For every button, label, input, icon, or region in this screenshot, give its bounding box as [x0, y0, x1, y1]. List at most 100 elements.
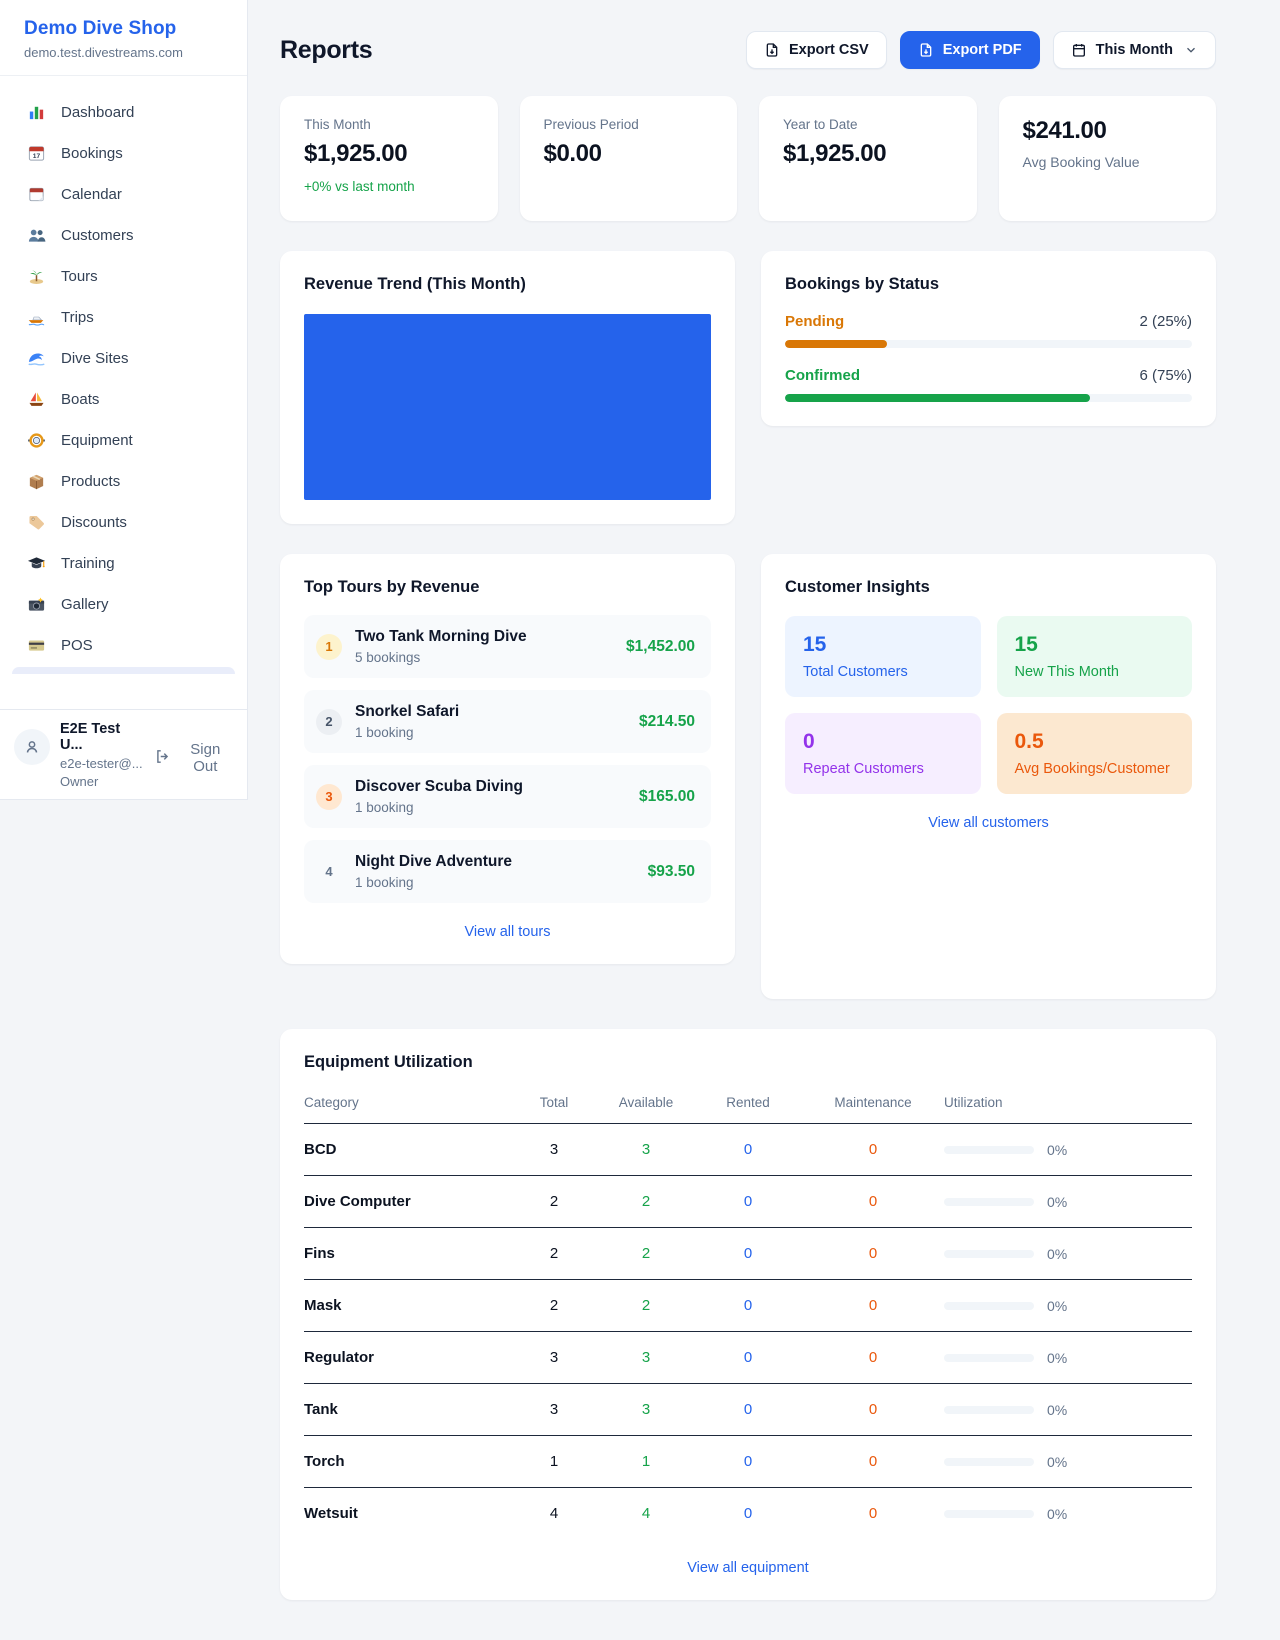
card-title: Equipment Utilization — [304, 1053, 1192, 1072]
charts-row: Revenue Trend (This Month) Bookings by S… — [280, 251, 1216, 524]
sidebar-item-label: Bookings — [61, 145, 123, 162]
sidebar-item-label: Training — [61, 555, 115, 572]
rank-badge: 2 — [316, 709, 342, 735]
sign-out-button[interactable]: Sign Out — [154, 721, 233, 775]
view-all-customers-link[interactable]: View all customers — [785, 815, 1192, 831]
diving-mask-icon — [27, 431, 46, 450]
sidebar-item-customers[interactable]: Customers — [0, 215, 247, 256]
file-download-icon — [918, 42, 934, 58]
stat-card-avg-booking-value: $241.00 Avg Booking Value — [999, 96, 1217, 221]
view-all-tours-link[interactable]: View all tours — [304, 924, 711, 940]
export-csv-button[interactable]: Export CSV — [746, 31, 887, 69]
cell-utilization: 0% — [944, 1436, 1192, 1488]
sidebar-item-boats[interactable]: Boats — [0, 379, 247, 420]
rank-badge: 3 — [316, 784, 342, 810]
cell-utilization: 0% — [944, 1280, 1192, 1332]
sidebar-item-calendar[interactable]: Calendar — [0, 174, 247, 215]
stat-card-year-to-date: Year to Date $1,925.00 — [759, 96, 977, 221]
column-header: Utilization — [944, 1085, 1192, 1124]
speedboat-icon — [27, 308, 46, 327]
status-label: Pending — [785, 313, 844, 330]
sidebar-item-products[interactable]: Products — [0, 461, 247, 502]
user-role: Owner — [60, 774, 144, 789]
cell-category: Torch — [304, 1436, 510, 1488]
tile-repeat-customers: 0 Repeat Customers — [785, 713, 981, 794]
camera-icon — [27, 595, 46, 614]
cell-total: 3 — [510, 1124, 598, 1176]
sidebar-item-label: Dive Sites — [61, 350, 129, 367]
sidebar-item-gallery[interactable]: Gallery — [0, 584, 247, 625]
progress-track — [785, 340, 1192, 348]
sidebar-item-label: Boats — [61, 391, 99, 408]
tour-name: Night Dive Adventure — [355, 853, 512, 871]
stat-value: $241.00 — [1023, 117, 1193, 145]
cell-available: 1 — [598, 1436, 694, 1488]
cell-maintenance: 0 — [802, 1124, 944, 1176]
cell-utilization: 0% — [944, 1488, 1192, 1540]
stat-card-previous-period: Previous Period $0.00 — [520, 96, 738, 221]
sidebar-item-pos[interactable]: POS — [0, 625, 247, 666]
table-header-row: Category Total Available Rented Maintena… — [304, 1085, 1192, 1124]
card-title: Customer Insights — [785, 578, 1192, 597]
insight-tiles: 15 Total Customers 15 New This Month 0 R… — [785, 616, 1192, 794]
cell-available: 2 — [598, 1280, 694, 1332]
column-header: Rented — [694, 1085, 802, 1124]
status-row-pending: Pending 2 (25%) — [785, 313, 1192, 348]
sidebar-item-discounts[interactable]: Discounts — [0, 502, 247, 543]
avatar — [14, 729, 50, 765]
bookings-by-status-card: Bookings by Status Pending 2 (25%) Confi… — [761, 251, 1216, 426]
sidebar-item-equipment[interactable]: Equipment — [0, 420, 247, 461]
cell-category: Wetsuit — [304, 1488, 510, 1540]
tour-row: 3 Discover Scuba Diving 1 booking $165.0… — [304, 765, 711, 828]
sidebar: Demo Dive Shop demo.test.divestreams.com… — [0, 0, 248, 800]
card-title: Revenue Trend (This Month) — [304, 275, 711, 294]
sidebar-item-trips[interactable]: Trips — [0, 297, 247, 338]
tour-amount: $214.50 — [629, 713, 695, 731]
tile-label: Avg Bookings/Customer — [1015, 761, 1175, 777]
calendar-date-icon: 17 — [27, 144, 46, 163]
table-row: BCD 3 3 0 0 0% — [304, 1124, 1192, 1176]
sidebar-item-label: Products — [61, 473, 120, 490]
utilization-track — [944, 1406, 1034, 1414]
cell-utilization: 0% — [944, 1124, 1192, 1176]
tile-total-customers: 15 Total Customers — [785, 616, 981, 697]
utilization-track — [944, 1250, 1034, 1258]
sidebar-item-tours[interactable]: Tours — [0, 256, 247, 297]
cell-category: Fins — [304, 1228, 510, 1280]
sidebar-item-reports-active-partial[interactable] — [12, 667, 235, 674]
cell-utilization: 0% — [944, 1332, 1192, 1384]
cell-rented: 0 — [694, 1332, 802, 1384]
sidebar-item-dashboard[interactable]: Dashboard — [0, 92, 247, 133]
period-dropdown[interactable]: This Month — [1053, 31, 1216, 69]
tour-name: Two Tank Morning Dive — [355, 628, 527, 646]
wave-icon — [27, 349, 46, 368]
customer-insights-card: Customer Insights 15 Total Customers 15 … — [761, 554, 1216, 999]
view-all-equipment-link[interactable]: View all equipment — [304, 1560, 1192, 1576]
tour-row: 1 Two Tank Morning Dive 5 bookings $1,45… — [304, 615, 711, 678]
cell-total: 2 — [510, 1280, 598, 1332]
sailboat-icon — [27, 390, 46, 409]
cell-available: 3 — [598, 1124, 694, 1176]
cell-rented: 0 — [694, 1228, 802, 1280]
package-icon — [27, 472, 46, 491]
sidebar-item-dive-sites[interactable]: Dive Sites — [0, 338, 247, 379]
table-row: Mask 2 2 0 0 0% — [304, 1280, 1192, 1332]
equipment-table: Category Total Available Rented Maintena… — [304, 1085, 1192, 1539]
sidebar-item-label: Customers — [61, 227, 134, 244]
utilization-track — [944, 1354, 1034, 1362]
tile-new-this-month: 15 New This Month — [997, 616, 1193, 697]
sidebar-item-label: Trips — [61, 309, 94, 326]
cell-total: 4 — [510, 1488, 598, 1540]
utilization-track — [944, 1198, 1034, 1206]
cell-maintenance: 0 — [802, 1176, 944, 1228]
rank-badge: 1 — [316, 634, 342, 660]
cell-rented: 0 — [694, 1436, 802, 1488]
table-row: Tank 3 3 0 0 0% — [304, 1384, 1192, 1436]
column-header: Maintenance — [802, 1085, 944, 1124]
sidebar-item-bookings[interactable]: 17 Bookings — [0, 133, 247, 174]
sidebar-item-training[interactable]: Training — [0, 543, 247, 584]
stat-label: This Month — [304, 117, 474, 132]
tour-name: Snorkel Safari — [355, 703, 459, 721]
export-pdf-button[interactable]: Export PDF — [900, 31, 1040, 69]
sign-out-icon — [154, 748, 171, 769]
